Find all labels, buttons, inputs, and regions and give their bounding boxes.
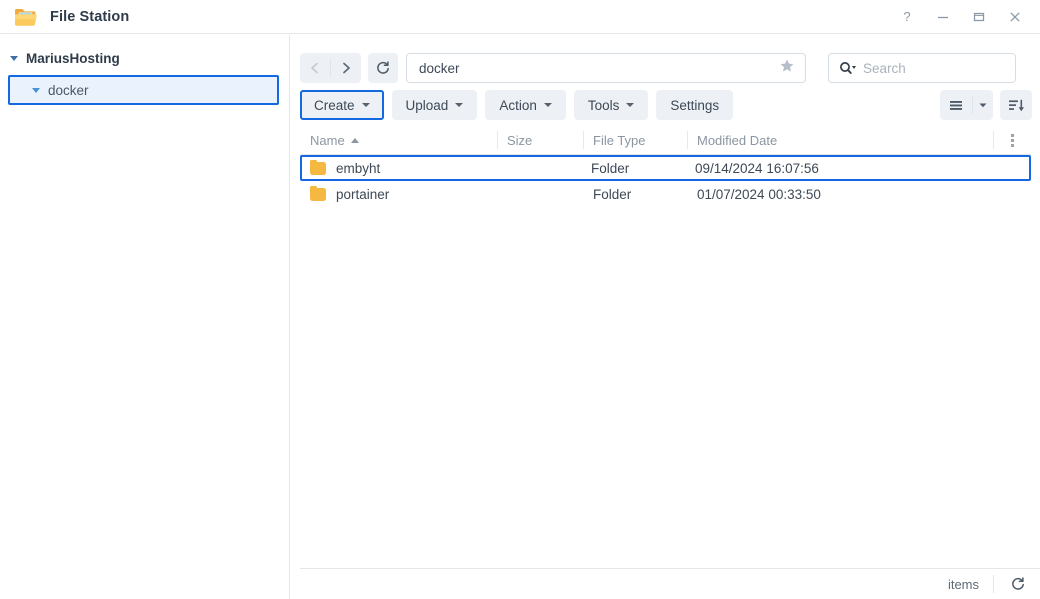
- column-header-file-type-label: File Type: [593, 132, 646, 148]
- create-button-label: Create: [314, 97, 355, 113]
- sort-ascending-icon: [350, 137, 359, 143]
- create-button[interactable]: Create: [300, 90, 384, 120]
- sort-descending-icon[interactable]: [1000, 90, 1032, 120]
- sidebar-item-mariushosting[interactable]: MariusHosting: [0, 45, 289, 71]
- sidebar-root-label: MariusHosting: [26, 50, 120, 66]
- chevron-down-icon: [543, 103, 552, 107]
- file-name: portainer: [336, 186, 390, 202]
- sidebar-item-docker[interactable]: docker: [8, 75, 279, 105]
- path-value: docker: [419, 60, 460, 76]
- status-separator: [993, 575, 994, 593]
- action-button[interactable]: Action: [485, 90, 566, 120]
- column-header-name-label: Name: [310, 132, 345, 148]
- item-count-label: items: [947, 576, 979, 592]
- action-toolbar: Create Upload Action Tools Settings: [291, 88, 1040, 122]
- file-name: embyht: [336, 160, 381, 176]
- main-panel: docker Search Create Upload Action Tools…: [291, 35, 1040, 599]
- sidebar: MariusHosting docker: [0, 35, 290, 599]
- cell-modified-date: 01/07/2024 00:33:50: [697, 186, 821, 202]
- table-row[interactable]: embyht Folder 09/14/2024 16:07:56: [300, 155, 1031, 181]
- app-title: File Station: [50, 8, 130, 25]
- svg-text:?: ?: [903, 10, 910, 24]
- column-header-file-type[interactable]: File Type: [583, 126, 687, 154]
- refresh-button[interactable]: [368, 53, 398, 83]
- action-button-label: Action: [499, 97, 537, 113]
- chevron-down-icon: [455, 103, 464, 107]
- column-header-modified-date-label: Modified Date: [697, 132, 778, 148]
- help-button[interactable]: ?: [890, 2, 924, 32]
- column-options-icon[interactable]: [993, 126, 1031, 154]
- maximize-button[interactable]: [962, 2, 996, 32]
- settings-button-label: Settings: [670, 97, 720, 113]
- cell-name: embyht: [302, 157, 495, 179]
- search-placeholder: Search: [863, 60, 906, 76]
- search-field[interactable]: Search: [828, 53, 1016, 83]
- folder-icon: [310, 185, 326, 201]
- search-icon[interactable]: [839, 61, 857, 75]
- chevron-down-icon[interactable]: [10, 55, 18, 61]
- close-button[interactable]: [998, 2, 1032, 32]
- upload-button-label: Upload: [405, 97, 449, 113]
- table-row[interactable]: portainer Folder 01/07/2024 00:33:50: [300, 181, 1031, 207]
- status-refresh-button[interactable]: [1008, 574, 1028, 594]
- window-controls: ?: [890, 0, 1032, 34]
- minimize-button[interactable]: [926, 2, 960, 32]
- upload-button[interactable]: Upload: [391, 90, 478, 120]
- view-mode-group: [940, 90, 993, 120]
- chevron-down-icon: [626, 103, 635, 107]
- file-list: Name Size File Type Modified Date embyht…: [300, 126, 1031, 567]
- column-header-size[interactable]: Size: [497, 126, 583, 154]
- status-bar: items: [300, 568, 1040, 599]
- column-header-modified-date[interactable]: Modified Date: [687, 126, 993, 154]
- navigation-bar: docker Search: [291, 52, 1040, 84]
- settings-button[interactable]: Settings: [656, 90, 734, 120]
- cell-file-type: Folder: [593, 186, 632, 202]
- folder-icon: [310, 159, 326, 175]
- tools-button[interactable]: Tools: [573, 90, 649, 120]
- app-folder-icon: [14, 6, 38, 28]
- forward-button[interactable]: [331, 53, 361, 83]
- path-field[interactable]: docker: [406, 53, 806, 83]
- view-mode-dropdown-button[interactable]: [973, 90, 993, 120]
- cell-size: [497, 181, 583, 207]
- cell-modified-date: 09/14/2024 16:07:56: [695, 160, 819, 176]
- view-tools: [940, 88, 1032, 122]
- file-station-window: File Station ? MariusHosting docker dock…: [0, 0, 1040, 599]
- cell-name: portainer: [300, 181, 497, 207]
- cell-file-type: Folder: [591, 160, 630, 176]
- nav-button-group: [300, 53, 361, 83]
- kebab-glyph: [1010, 133, 1014, 147]
- chevron-down-icon: [361, 103, 370, 107]
- star-icon[interactable]: [779, 58, 795, 78]
- tools-button-label: Tools: [587, 97, 620, 113]
- sidebar-item-label: docker: [48, 82, 89, 98]
- back-button[interactable]: [300, 53, 330, 83]
- table-header-row: Name Size File Type Modified Date: [300, 126, 1031, 155]
- title-bar: File Station ?: [0, 0, 1040, 34]
- chevron-down-icon[interactable]: [32, 87, 40, 93]
- list-view-icon[interactable]: [940, 90, 972, 120]
- column-header-size-label: Size: [507, 132, 533, 148]
- column-header-name[interactable]: Name: [300, 126, 497, 154]
- cell-size: [495, 157, 581, 179]
